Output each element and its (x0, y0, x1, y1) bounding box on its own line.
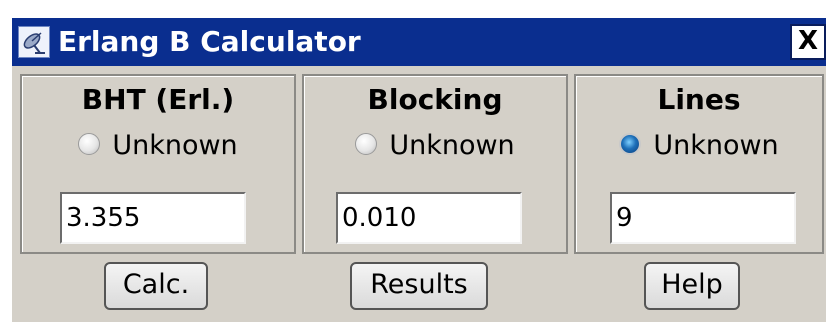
lines-group: Lines Unknown 9 (574, 74, 824, 254)
lines-heading: Lines (657, 83, 741, 116)
window-title: Erlang B Calculator (58, 25, 361, 58)
title-bar[interactable]: Erlang B Calculator X (12, 18, 826, 66)
bht-heading: BHT (Erl.) (81, 83, 235, 116)
bht-group: BHT (Erl.) Unknown 3.355 (20, 74, 296, 254)
blocking-unknown-label[interactable]: Unknown (389, 126, 514, 166)
blocking-unknown-radio[interactable] (355, 133, 378, 155)
lines-unknown-option[interactable]: Unknown (576, 126, 822, 166)
blocking-input[interactable]: 0.010 (336, 192, 522, 244)
blocking-group: Blocking Unknown 0.010 (302, 74, 568, 254)
calc-button[interactable]: Calc. (104, 262, 208, 310)
close-button[interactable]: X (790, 24, 826, 60)
bht-unknown-label[interactable]: Unknown (112, 126, 237, 166)
lines-unknown-label[interactable]: Unknown (653, 126, 778, 166)
bht-input[interactable]: 3.355 (60, 192, 246, 244)
lines-input[interactable]: 9 (610, 192, 796, 244)
help-button[interactable]: Help (644, 262, 740, 310)
blocking-heading: Blocking (367, 83, 503, 116)
erlang-b-calculator-window: Erlang B Calculator X BHT (Erl.) Unknown… (12, 18, 826, 322)
bht-unknown-radio[interactable] (78, 133, 101, 155)
bht-unknown-option[interactable]: Unknown (22, 126, 294, 166)
satellite-dish-icon[interactable] (18, 26, 50, 58)
lines-unknown-radio[interactable] (619, 133, 642, 155)
blocking-unknown-option[interactable]: Unknown (304, 126, 566, 166)
results-button[interactable]: Results (350, 262, 488, 310)
